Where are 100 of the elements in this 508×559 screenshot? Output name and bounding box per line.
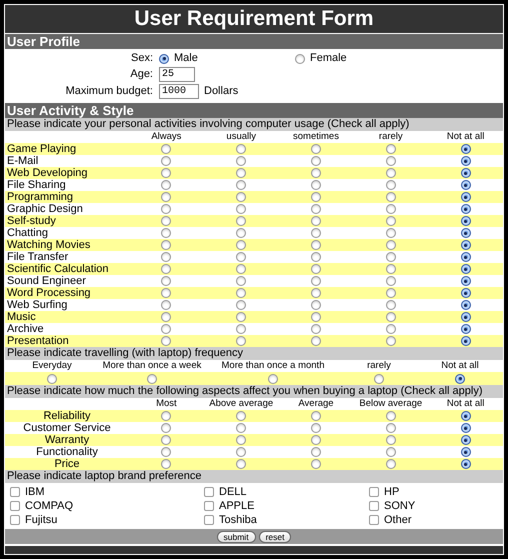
radio-button[interactable] — [236, 324, 246, 334]
radio-button[interactable] — [460, 252, 471, 262]
radio-button[interactable] — [460, 264, 471, 274]
radio-button[interactable] — [161, 156, 172, 166]
radio-button[interactable] — [161, 180, 172, 190]
radio-button[interactable] — [460, 192, 471, 202]
checkbox[interactable] — [204, 487, 214, 497]
radio-button[interactable] — [386, 252, 396, 262]
radio-button[interactable] — [460, 156, 471, 166]
radio-button[interactable] — [161, 276, 172, 286]
radio-button[interactable] — [236, 411, 246, 421]
checkbox[interactable] — [10, 487, 20, 497]
radio-button[interactable] — [386, 459, 396, 469]
checkbox[interactable] — [10, 515, 20, 525]
radio-button[interactable] — [460, 447, 471, 457]
radio-button[interactable] — [147, 374, 157, 384]
radio-button[interactable] — [460, 411, 471, 421]
radio-button[interactable] — [161, 168, 172, 178]
radio-button[interactable] — [161, 252, 172, 262]
radio-button[interactable] — [236, 144, 246, 154]
radio-button[interactable] — [236, 435, 246, 445]
radio-button[interactable] — [460, 435, 471, 445]
radio-button[interactable] — [159, 54, 169, 64]
radio-button[interactable] — [295, 54, 305, 64]
radio-button[interactable] — [236, 180, 246, 190]
radio-button[interactable] — [161, 447, 172, 457]
radio-button[interactable] — [310, 336, 321, 346]
radio-button[interactable] — [161, 228, 172, 238]
radio-button[interactable] — [386, 324, 396, 334]
radio-button[interactable] — [161, 336, 172, 346]
radio-button[interactable] — [236, 423, 246, 433]
radio-button[interactable] — [236, 156, 246, 166]
radio-button[interactable] — [161, 192, 172, 202]
radio-button[interactable] — [236, 288, 246, 298]
radio-button[interactable] — [236, 276, 246, 286]
radio-button[interactable] — [236, 216, 246, 226]
radio-button[interactable] — [310, 264, 321, 274]
radio-button[interactable] — [310, 288, 321, 298]
radio-button[interactable] — [236, 447, 246, 457]
radio-button[interactable] — [460, 144, 471, 154]
radio-button[interactable] — [236, 264, 246, 274]
radio-button[interactable] — [161, 312, 172, 322]
radio-button[interactable] — [236, 168, 246, 178]
radio-button[interactable] — [310, 324, 321, 334]
radio-button[interactable] — [386, 288, 396, 298]
checkbox[interactable] — [369, 515, 379, 525]
radio-button[interactable] — [460, 276, 471, 286]
radio-button[interactable] — [236, 300, 246, 310]
radio-button[interactable] — [236, 312, 246, 322]
radio-button[interactable] — [455, 374, 465, 384]
radio-button[interactable] — [236, 204, 246, 214]
radio-button[interactable] — [310, 459, 321, 469]
radio-button[interactable] — [460, 288, 471, 298]
radio-button[interactable] — [310, 192, 321, 202]
checkbox[interactable] — [369, 487, 379, 497]
radio-button[interactable] — [310, 228, 321, 238]
radio-button[interactable] — [236, 192, 246, 202]
radio-button[interactable] — [374, 374, 384, 384]
radio-button[interactable] — [460, 240, 471, 250]
radio-button[interactable] — [386, 216, 396, 226]
radio-button[interactable] — [460, 324, 471, 334]
radio-button[interactable] — [161, 423, 172, 433]
radio-button[interactable] — [386, 240, 396, 250]
radio-button[interactable] — [310, 411, 321, 421]
radio-button[interactable] — [460, 180, 471, 190]
radio-button[interactable] — [386, 192, 396, 202]
radio-button[interactable] — [460, 300, 471, 310]
radio-button[interactable] — [236, 459, 246, 469]
radio-button[interactable] — [236, 252, 246, 262]
radio-button[interactable] — [161, 459, 172, 469]
age-field[interactable]: 25 — [159, 67, 195, 82]
radio-button[interactable] — [460, 216, 471, 226]
radio-button[interactable] — [268, 374, 278, 384]
budget-field[interactable]: 1000 — [159, 84, 199, 99]
checkbox[interactable] — [369, 501, 379, 511]
radio-button[interactable] — [386, 180, 396, 190]
radio-button[interactable] — [310, 252, 321, 262]
radio-button[interactable] — [310, 447, 321, 457]
radio-button[interactable] — [310, 276, 321, 286]
checkbox[interactable] — [10, 501, 20, 511]
radio-button[interactable] — [386, 411, 396, 421]
radio-button[interactable] — [386, 447, 396, 457]
radio-button[interactable] — [310, 168, 321, 178]
form-button[interactable]: submit — [216, 530, 256, 542]
radio-button[interactable] — [386, 435, 396, 445]
radio-button[interactable] — [386, 168, 396, 178]
radio-button[interactable] — [236, 228, 246, 238]
radio-button[interactable] — [460, 459, 471, 469]
radio-button[interactable] — [310, 435, 321, 445]
radio-button[interactable] — [386, 228, 396, 238]
radio-button[interactable] — [460, 423, 471, 433]
checkbox[interactable] — [204, 515, 214, 525]
radio-button[interactable] — [161, 204, 172, 214]
radio-button[interactable] — [161, 264, 172, 274]
radio-button[interactable] — [310, 204, 321, 214]
radio-button[interactable] — [386, 204, 396, 214]
radio-button[interactable] — [161, 288, 172, 298]
radio-button[interactable] — [310, 144, 321, 154]
radio-button[interactable] — [386, 312, 396, 322]
radio-button[interactable] — [161, 144, 172, 154]
